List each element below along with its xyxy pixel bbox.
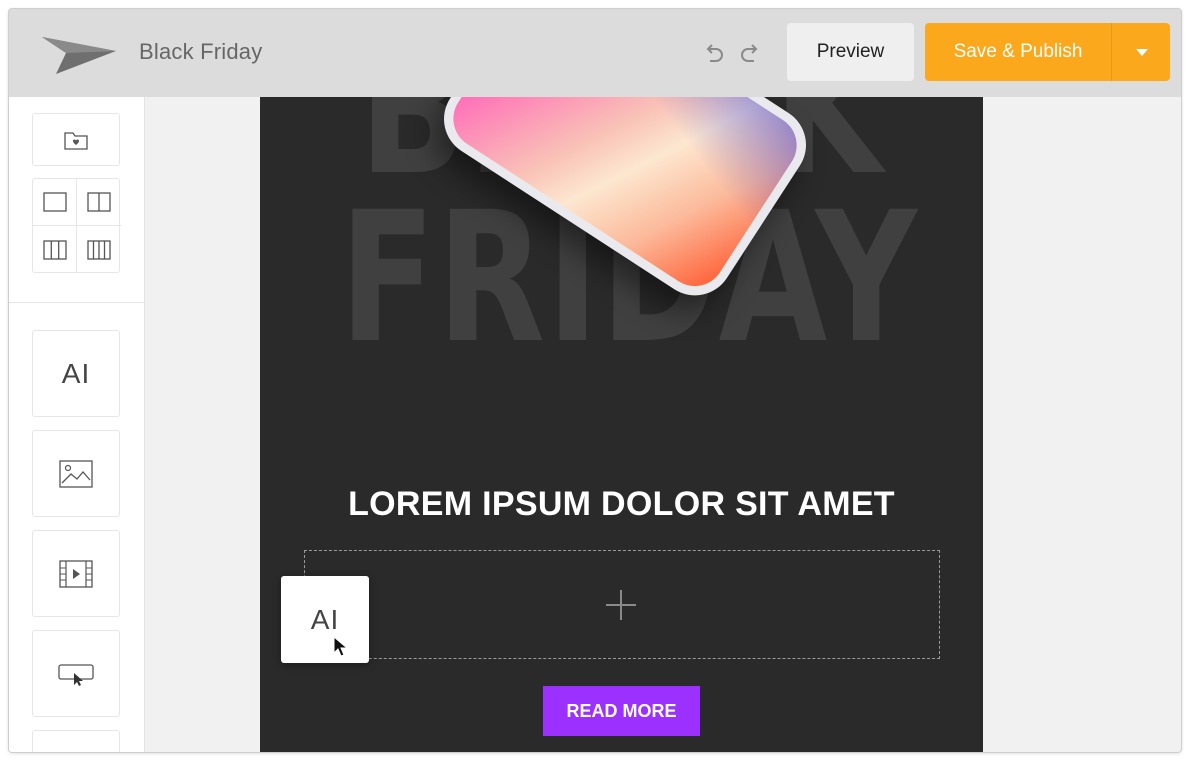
caret-down-icon bbox=[1136, 49, 1148, 56]
editor-window: Black Friday Preview Save & Publish AI F… bbox=[9, 9, 1181, 752]
plus-icon[interactable] bbox=[605, 589, 637, 621]
email-headline[interactable]: LOREM IPSUM DOLOR SIT AMET bbox=[260, 485, 983, 524]
read-more-button[interactable]: READ MORE bbox=[543, 686, 700, 736]
one-column-icon bbox=[42, 192, 67, 212]
redo-icon[interactable] bbox=[737, 39, 765, 67]
layout-three-column[interactable] bbox=[33, 226, 77, 273]
layout-four-column[interactable] bbox=[77, 226, 121, 273]
image-block-icon bbox=[59, 459, 93, 488]
text-block-icon: AI bbox=[61, 357, 91, 389]
preview-button[interactable]: Preview bbox=[787, 23, 914, 81]
dragged-text-block[interactable]: AI bbox=[281, 576, 369, 663]
save-publish-button[interactable]: Save & Publish bbox=[925, 23, 1111, 81]
text-block-icon: AI bbox=[310, 603, 340, 635]
folder-heart-icon bbox=[64, 131, 88, 150]
video-block-tile[interactable] bbox=[32, 530, 120, 617]
layout-two-column[interactable] bbox=[77, 179, 121, 226]
publish-options-button[interactable] bbox=[1111, 23, 1170, 81]
four-column-icon bbox=[87, 239, 111, 260]
video-block-icon bbox=[59, 559, 93, 588]
button-block-icon bbox=[58, 663, 94, 686]
saved-blocks-tile[interactable] bbox=[32, 113, 120, 166]
undo-icon[interactable] bbox=[699, 39, 727, 67]
layout-grid bbox=[32, 178, 121, 273]
sidebar-divider bbox=[9, 302, 145, 303]
mouse-pointer-icon bbox=[333, 636, 349, 657]
block-dropzone[interactable] bbox=[304, 550, 940, 659]
layout-one-column[interactable] bbox=[33, 179, 77, 226]
button-block-tile[interactable] bbox=[32, 630, 120, 717]
two-column-icon bbox=[87, 192, 111, 212]
document-title: Black Friday bbox=[139, 39, 263, 64]
three-column-icon bbox=[42, 239, 67, 260]
top-bar: Black Friday Preview Save & Publish bbox=[9, 9, 1181, 97]
text-block-tile[interactable]: AI bbox=[32, 330, 120, 417]
more-blocks-tile[interactable] bbox=[32, 730, 120, 752]
paper-plane-logo-icon bbox=[42, 37, 116, 74]
blocks-sidebar: AI bbox=[9, 97, 145, 752]
image-block-tile[interactable] bbox=[32, 430, 120, 517]
